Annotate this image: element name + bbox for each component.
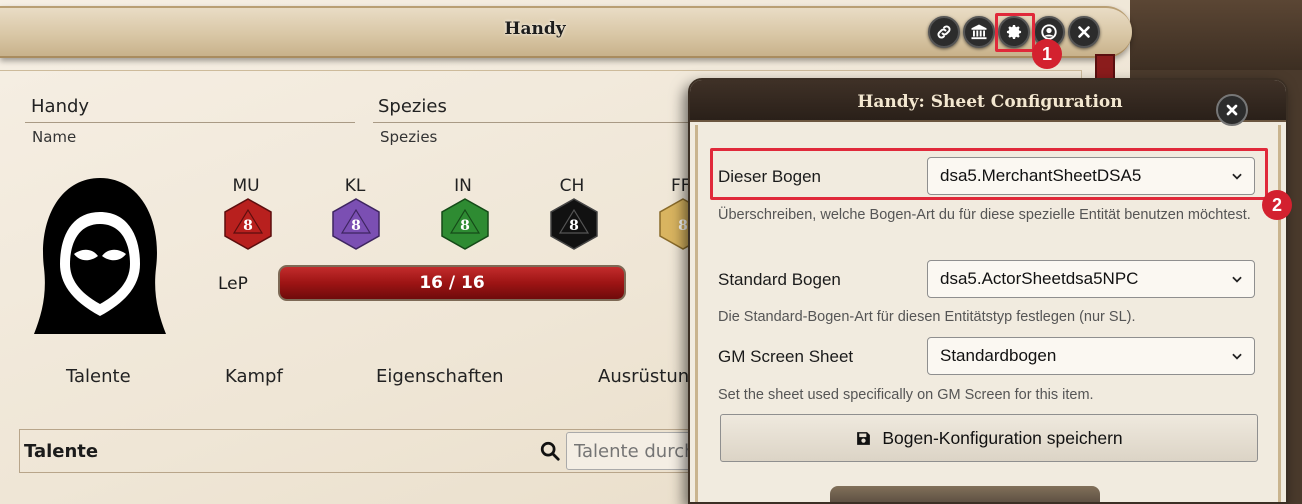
species-underline	[373, 122, 693, 123]
dialog-bottom-ornament	[830, 486, 1100, 502]
tab-ausruestung[interactable]: Ausrüstun	[598, 366, 689, 387]
species-value[interactable]: Spezies	[378, 96, 447, 117]
save-configuration-button[interactable]: Bogen-Konfiguration speichern	[720, 414, 1258, 462]
link-icon	[937, 25, 951, 39]
tab-kampf[interactable]: Kampf	[225, 366, 283, 387]
dialog-title: Handy: Sheet Configuration	[857, 92, 1123, 112]
gm-screen-select[interactable]: Standardbogen	[927, 337, 1255, 375]
compendium-button[interactable]	[963, 16, 995, 48]
chevron-down-icon	[1232, 276, 1242, 283]
actor-name-value[interactable]: Handy	[31, 96, 89, 117]
die-value-in: 8	[460, 218, 470, 234]
die-value-ff: 8	[678, 218, 688, 234]
search-icon	[540, 441, 560, 461]
default-sheet-select[interactable]: dsa5.ActorSheetdsa5NPC	[927, 260, 1255, 298]
gm-screen-hint: Set the sheet used specifically on GM Sc…	[718, 387, 1094, 403]
highlight-gear-button	[995, 13, 1035, 52]
die-value-mu: 8	[243, 218, 253, 234]
bank-icon	[971, 24, 987, 40]
default-sheet-selected: dsa5.ActorSheetdsa5NPC	[940, 269, 1139, 288]
talent-search-input[interactable]	[566, 432, 706, 470]
die-value-ch: 8	[569, 218, 579, 234]
attribute-label-ch: CH	[559, 176, 585, 196]
d20-die-ch-icon[interactable]: 8	[549, 198, 599, 250]
default-sheet-label: Standard Bogen	[718, 270, 841, 289]
step-badge-2: 2	[1262, 190, 1292, 220]
attribute-label-kl: KL	[344, 176, 366, 196]
hooded-avatar-icon[interactable]	[30, 172, 170, 340]
save-configuration-label: Bogen-Konfiguration speichern	[882, 427, 1123, 448]
gm-screen-selected: Standardbogen	[940, 346, 1057, 365]
d20-die-in-icon[interactable]: 8	[440, 198, 490, 250]
lep-bar[interactable]: 16 / 16	[278, 265, 626, 301]
die-value-kl: 8	[351, 218, 361, 234]
close-sheet-button[interactable]	[1068, 16, 1100, 48]
floppy-disk-icon	[857, 431, 871, 445]
actor-name-caption: Name	[32, 128, 77, 146]
tab-talente[interactable]: Talente	[66, 366, 131, 387]
step-badge-1: 1	[1032, 39, 1062, 69]
d20-die-mu-icon[interactable]: 8	[223, 198, 273, 250]
sheet-configuration-dialog: Handy: Sheet Configuration Dieser Bogen …	[688, 78, 1288, 504]
gm-screen-label: GM Screen Sheet	[718, 347, 854, 366]
chevron-down-icon	[1232, 353, 1242, 360]
lep-label: LeP	[218, 274, 248, 294]
close-icon	[1078, 26, 1090, 38]
attribute-label-in: IN	[454, 176, 472, 196]
highlight-this-sheet-row	[710, 148, 1268, 200]
attribute-label-mu: MU	[232, 176, 260, 196]
default-sheet-hint: Die Standard-Bogen-Art für diesen Entitä…	[718, 309, 1136, 325]
talent-section-title: Talente	[24, 441, 99, 462]
name-underline	[25, 122, 355, 123]
close-icon	[1226, 104, 1238, 116]
dialog-close-button[interactable]	[1216, 94, 1248, 126]
d20-die-kl-icon[interactable]: 8	[331, 198, 381, 250]
species-caption: Spezies	[380, 128, 438, 146]
tab-eigenschaften[interactable]: Eigenschaften	[376, 366, 504, 387]
attribute-label-ff: FF	[671, 176, 691, 196]
sheet-title: Handy	[504, 19, 566, 39]
link-button[interactable]	[928, 16, 960, 48]
this-sheet-hint: Überschreiben, welche Bogen-Art du für d…	[718, 207, 1251, 223]
